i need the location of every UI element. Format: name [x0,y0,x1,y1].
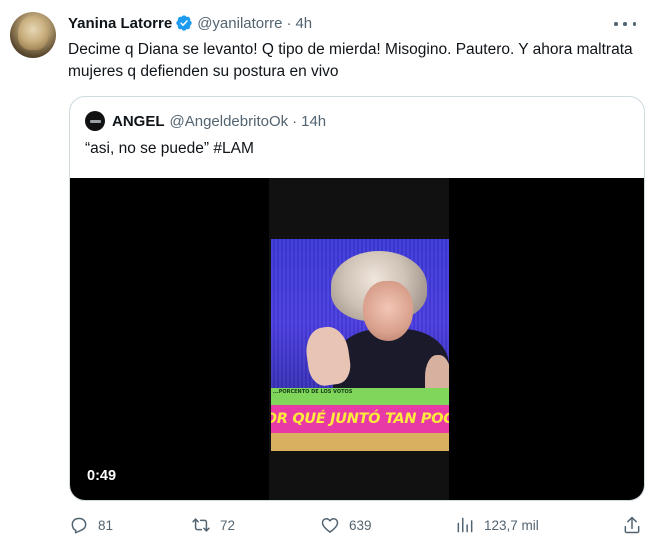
reply-icon [71,517,87,534]
video-player[interactable]: ...PORCENTO DE LOS VOTOS POR QUÉ JUNTÓ T… [70,178,644,500]
retweet-count: 72 [220,517,236,533]
video-caption-big: POR QUÉ JUNTÓ TAN POCO [271,411,449,427]
quoted-author-handle[interactable]: @AngeldebritoOk [170,113,289,130]
quoted-author-name[interactable]: ANGEL [112,113,165,130]
author-avatar[interactable] [10,12,56,58]
quoted-separator-dot: · [292,112,298,130]
tweet-header: Yanina Latorre @yanilatorre · 4h [68,13,312,33]
like-count: 639 [349,517,372,533]
like-icon [321,518,339,533]
quoted-tweet[interactable]: ANGEL @AngeldebritoOk · 14h “asi, no se … [69,96,645,501]
reply-count: 81 [98,517,114,533]
quoted-text: “asi, no se puede” #LAM [85,140,254,157]
separator-dot: · [286,14,292,32]
video-duration: 0:49 [87,468,117,484]
views-button[interactable]: 123,7 mil [455,513,539,537]
quoted-avatar[interactable] [85,111,105,131]
views-count: 123,7 mil [484,517,539,533]
share-icon [624,516,640,534]
like-button[interactable]: 639 [320,513,372,537]
video-caption-small: ...PORCENTO DE LOS VOTOS [273,389,353,395]
quoted-timestamp[interactable]: 14h [301,113,326,130]
tweet-timestamp[interactable]: 4h [295,15,312,32]
retweet-button[interactable]: 72 [191,513,235,537]
retweet-icon [192,518,210,532]
tweet-text: Decime q Diana se levanto! Q tipo de mie… [68,41,633,80]
author-handle[interactable]: @yanilatorre [197,15,282,32]
action-bar: 81 72 639 123,7 mil [0,513,654,537]
video-thumbnail: ...PORCENTO DE LOS VOTOS POR QUÉ JUNTÓ T… [271,239,449,451]
reply-button[interactable]: 81 [69,513,113,537]
quoted-header: ANGEL @AngeldebritoOk · 14h [85,111,326,131]
video-frame: ...PORCENTO DE LOS VOTOS POR QUÉ JUNTÓ T… [269,178,449,500]
views-icon [457,517,473,533]
author-name[interactable]: Yanina Latorre [68,15,172,32]
more-icon[interactable] [614,14,636,34]
verified-badge-icon[interactable] [175,14,193,32]
tweet[interactable]: Yanina Latorre @yanilatorre · 4h Decime … [0,0,654,543]
share-button[interactable] [622,513,642,537]
